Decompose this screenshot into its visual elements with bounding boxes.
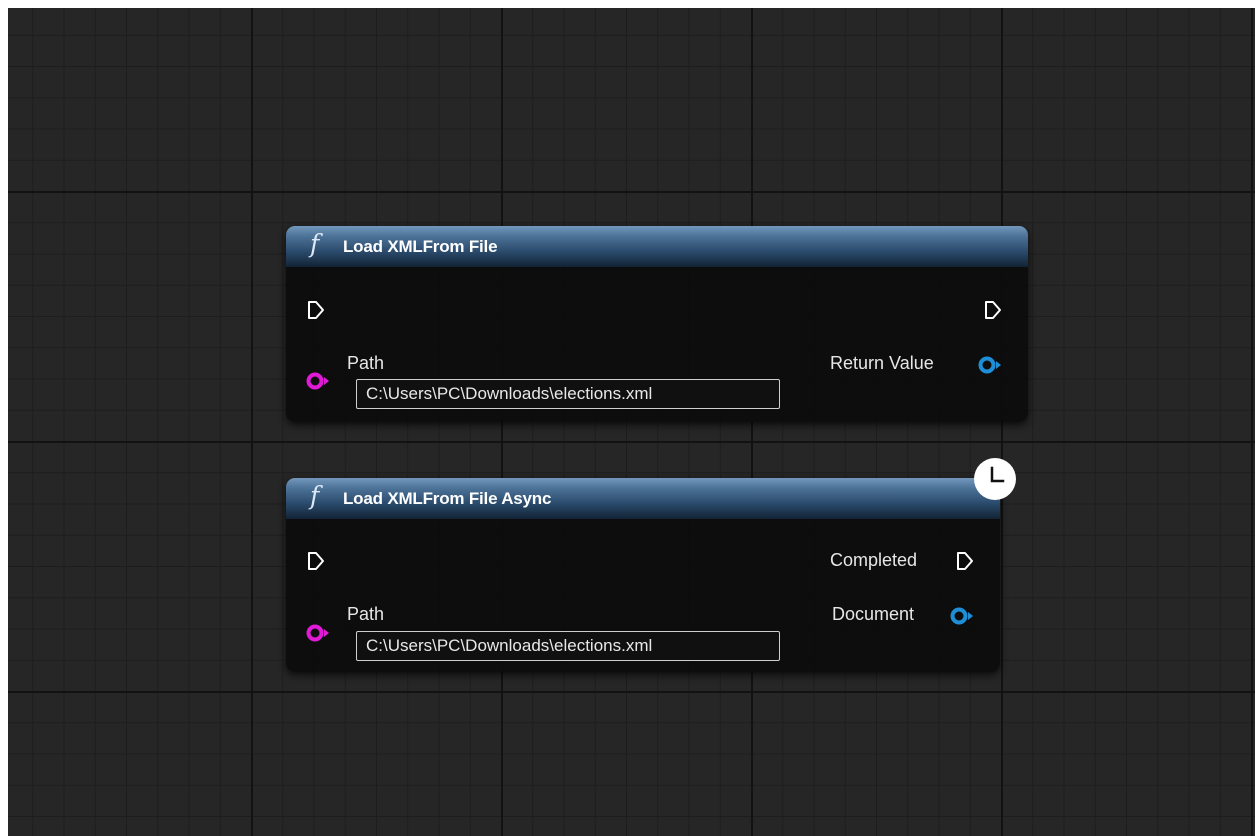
path-input-pin[interactable] — [306, 372, 330, 390]
node-header[interactable]: f Load XMLFrom File — [286, 226, 1028, 267]
node-load-xml-from-file-async[interactable]: f Load XMLFrom File Async Completed Path… — [286, 478, 1000, 672]
node-title: Load XMLFrom File Async — [343, 489, 552, 508]
path-input-field[interactable] — [356, 631, 780, 661]
return-value-label: Return Value — [830, 353, 934, 373]
node-header[interactable]: f Load XMLFrom File Async — [286, 478, 1000, 519]
blueprint-graph-canvas[interactable]: f Load XMLFrom File Path Return Value f … — [8, 8, 1255, 836]
document-pin[interactable] — [950, 607, 974, 625]
path-input-field[interactable] — [356, 379, 780, 409]
exec-in-pin[interactable] — [307, 551, 325, 571]
function-icon: f — [310, 229, 320, 258]
exec-out-pin[interactable] — [984, 300, 1002, 320]
completed-exec-pin[interactable] — [956, 551, 974, 571]
path-label: Path — [347, 353, 385, 373]
node-load-xml-from-file[interactable]: f Load XMLFrom File Path Return Value — [286, 226, 1028, 422]
path-input-pin[interactable] — [306, 624, 330, 642]
clock-icon — [974, 458, 1016, 500]
completed-label: Completed — [830, 550, 918, 570]
return-value-pin[interactable] — [978, 356, 1002, 374]
node-title: Load XMLFrom File — [343, 237, 498, 256]
function-icon: f — [310, 481, 320, 510]
exec-in-pin[interactable] — [307, 300, 325, 320]
path-label: Path — [347, 604, 385, 624]
document-label: Document — [832, 604, 915, 624]
